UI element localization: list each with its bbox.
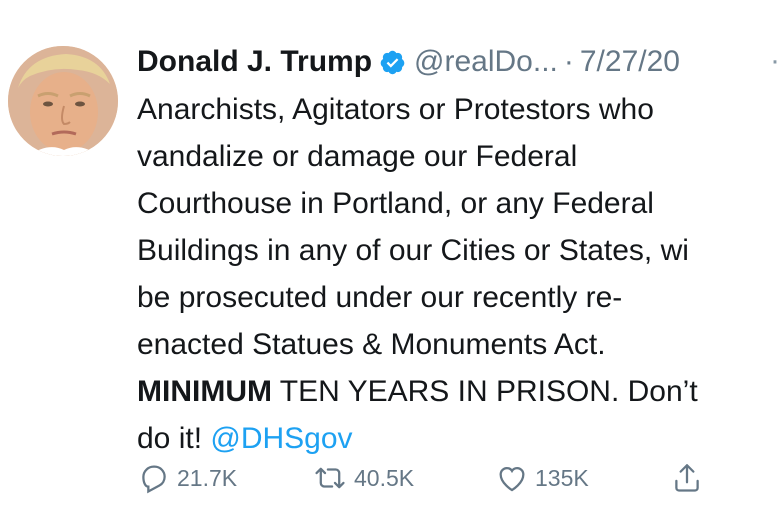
tweet-date[interactable]: 7/27/20 xyxy=(580,45,680,79)
tweet-line: be prosecuted under our recently re- xyxy=(137,281,623,314)
reply-count: 21.7K xyxy=(177,464,238,491)
avatar-photo xyxy=(8,46,118,156)
author-name[interactable]: Donald J. Trump xyxy=(137,45,372,79)
tweet-line: do it! @DHSgov xyxy=(137,415,782,462)
tweet-line: enacted Statues & Monuments Act. xyxy=(137,328,606,361)
tweet-actions: 21.7K 40.5K 135K xyxy=(137,458,704,498)
tweet-line-rest: do it! xyxy=(137,422,211,455)
tweet: Donald J. Trump @realDo... · 7/27/20 · A… xyxy=(0,0,782,526)
mention-link[interactable]: @DHSgov xyxy=(210,422,352,455)
like-count: 135K xyxy=(535,464,589,491)
more-options-icon[interactable]: · xyxy=(770,46,780,76)
tweet-line: MINIMUM TEN YEARS IN PRISON. Don’t xyxy=(137,368,782,415)
heart-icon xyxy=(499,466,525,492)
tweet-line: Buildings in any of our Cities or States… xyxy=(137,234,689,267)
share-button[interactable] xyxy=(670,460,704,496)
tweet-line: Anarchists, Agitators or Protestors who xyxy=(137,93,654,126)
retweet-icon xyxy=(315,467,345,489)
avatar[interactable] xyxy=(8,46,118,156)
share-icon xyxy=(675,464,699,492)
tweet-line-rest: TEN YEARS IN PRISON. Don’t xyxy=(271,375,698,408)
retweet-button[interactable]: 40.5K xyxy=(312,461,495,495)
header-separator: · xyxy=(563,45,574,78)
tweet-text: Anarchists, Agitators or Protestors who … xyxy=(137,86,782,462)
tweet-line: vandalize or damage our Federal xyxy=(137,140,578,173)
verified-badge-icon xyxy=(379,49,406,76)
tweet-header: Donald J. Trump @realDo... · 7/27/20 xyxy=(137,38,680,86)
reply-icon xyxy=(142,465,166,494)
emphasis-text: MINIMUM xyxy=(137,375,272,408)
tweet-line: Courthouse in Portland, or any Federal xyxy=(137,187,654,220)
like-button[interactable]: 135K xyxy=(495,461,670,495)
retweet-count: 40.5K xyxy=(354,464,415,491)
reply-button[interactable]: 21.7K xyxy=(137,461,312,495)
author-handle[interactable]: @realDo... xyxy=(414,45,558,79)
